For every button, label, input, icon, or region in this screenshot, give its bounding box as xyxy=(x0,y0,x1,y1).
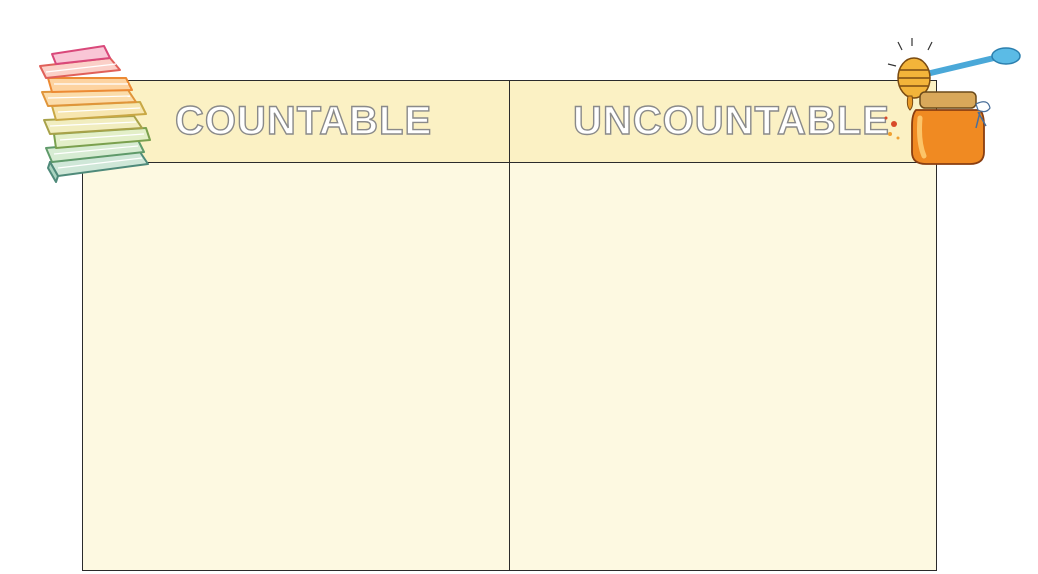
books-stack-icon xyxy=(39,45,151,183)
uncountable-answer-area[interactable] xyxy=(510,163,936,570)
uncountable-header-cell: UNCOUNTABLE xyxy=(510,81,936,163)
uncountable-header: UNCOUNTABLE xyxy=(572,98,890,143)
sort-table: COUNTABLE UNCOUNTABLE xyxy=(82,80,937,571)
worksheet-page: COUNTABLE UNCOUNTABLE xyxy=(0,0,1038,574)
countable-answer-area[interactable] xyxy=(83,163,510,570)
honey-jar-icon xyxy=(884,38,1021,165)
countable-header: COUNTABLE xyxy=(174,98,433,143)
